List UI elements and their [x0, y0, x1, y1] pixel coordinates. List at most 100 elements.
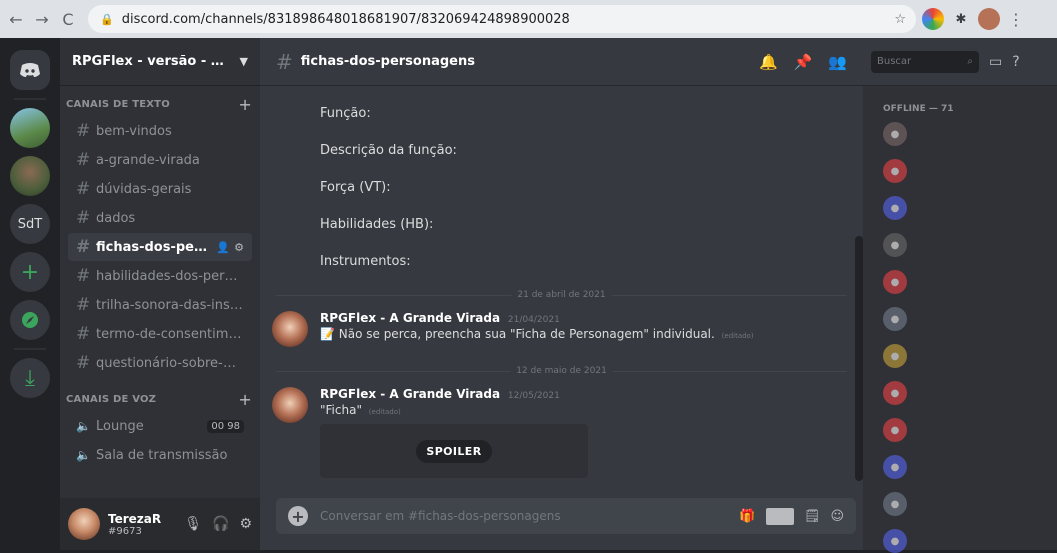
gif-button[interactable]: GIF [765, 507, 794, 525]
user-tag: #9673 [108, 525, 142, 537]
gear-icon[interactable]: ⚙ [239, 516, 252, 532]
message-composer[interactable]: + Conversar em #fichas-dos-personagens 🎁… [276, 498, 856, 534]
channel-termo[interactable]: # termo-de-consentimento... [68, 320, 252, 348]
message-list[interactable]: Função: Descrição da função: Força (VT):… [260, 86, 863, 486]
channel-label: termo-de-consentimento... [96, 326, 244, 342]
hash-icon: # [76, 295, 91, 315]
server-name: RPGFlex - versão - A Gra... [72, 54, 234, 69]
sticker-icon[interactable]: 🗒 [804, 509, 821, 524]
message-item[interactable]: RPGFlex - A Grande Virada 21/04/2021 📝 N… [272, 311, 832, 347]
channel-fichas-dos-personagens[interactable]: # fichas-dos-persona... 👤 ⚙ [68, 233, 252, 261]
invite-icon[interactable]: 👤 [216, 241, 230, 254]
user-avatar[interactable] [68, 508, 100, 540]
search-row: Buscar ⌕ ▭ ? [863, 38, 1057, 86]
bell-icon[interactable]: 🔔 [759, 53, 778, 71]
member-avatar[interactable]: ● [883, 233, 907, 257]
category-voice-channels[interactable]: CANAIS DE VOZ + [60, 387, 260, 411]
emoji-icon[interactable]: ☺ [830, 509, 844, 524]
member-avatar[interactable]: ● [883, 344, 907, 368]
message-author[interactable]: RPGFlex - A Grande Virada [320, 387, 500, 401]
message-text: "Ficha" [320, 403, 362, 417]
member-avatar[interactable]: ● [883, 455, 907, 479]
server-icon-rpgflex[interactable] [10, 156, 50, 196]
channel-dados[interactable]: # dados [68, 204, 252, 232]
browser-menu-icon[interactable]: ⋮ [1006, 10, 1026, 29]
add-attachment-icon[interactable]: + [288, 506, 308, 526]
channel-trilha-sonora[interactable]: # trilha-sonora-das-inspira... [68, 291, 252, 319]
message-author[interactable]: RPGFlex - A Grande Virada [320, 311, 500, 325]
help-icon[interactable]: ? [1012, 54, 1019, 70]
inbox-icon[interactable]: ▭ [989, 54, 1002, 70]
author-avatar[interactable] [272, 311, 308, 347]
hash-icon: # [76, 121, 91, 141]
category-text-channels[interactable]: CANAIS DE TEXTO + [60, 92, 260, 116]
explore-servers-icon[interactable] [10, 300, 50, 340]
profile-avatar[interactable] [978, 8, 1000, 30]
scrollbar-track[interactable] [855, 86, 863, 486]
message-text: 📝 Não se perca, preencha sua "Ficha de P… [320, 327, 715, 341]
channel-label: a-grande-virada [96, 152, 200, 168]
extensions-puzzle-icon[interactable]: ✱ [950, 8, 972, 30]
member-avatar[interactable]: ● [883, 492, 907, 516]
speaker-icon: 🔈 [76, 448, 91, 462]
pin-icon[interactable]: 📌 [794, 53, 813, 71]
back-icon[interactable]: ← [6, 10, 26, 29]
server-list: SdT + ⤓ [0, 38, 60, 550]
message-item[interactable]: RPGFlex - A Grande Virada 12/05/2021 "Fi… [272, 387, 832, 423]
member-avatar[interactable]: ● [883, 529, 907, 553]
channel-duvidas-gerais[interactable]: # dúvidas-gerais [68, 175, 252, 203]
member-avatar[interactable]: ● [883, 196, 907, 220]
form-field-line: Instrumentos: [320, 254, 411, 269]
add-channel-icon[interactable]: + [238, 390, 252, 409]
message-timestamp: 12/05/2021 [507, 391, 560, 401]
discord-home-icon[interactable] [10, 50, 50, 90]
member-avatar[interactable]: ● [883, 122, 907, 146]
extension-color-icon[interactable] [922, 8, 944, 30]
search-input[interactable]: Buscar ⌕ [871, 50, 979, 73]
gift-icon[interactable]: 🎁 [739, 509, 755, 524]
date-divider-label: 21 de abril de 2021 [511, 290, 612, 300]
url-text[interactable]: discord.com/channels/831898648018681907/… [122, 12, 895, 27]
channel-questionario[interactable]: # questionário-sobre-o-jogo [68, 349, 252, 377]
bookmark-star-icon[interactable]: ☆ [894, 12, 906, 27]
spoiler-attachment[interactable]: SPOILER [320, 424, 588, 478]
user-info[interactable]: TerezaR #9673 [108, 512, 174, 537]
mute-microphone-icon[interactable]: 🎙 [184, 516, 202, 532]
channel-a-grande-virada[interactable]: # a-grande-virada [68, 146, 252, 174]
date-divider: 21 de abril de 2021 [276, 290, 847, 300]
address-bar[interactable]: 🔒 discord.com/channels/83189864801868190… [88, 5, 916, 33]
gear-icon[interactable]: ⚙ [234, 241, 244, 254]
member-avatar[interactable]: ● [883, 418, 907, 442]
server-icon-sdt[interactable]: SdT [10, 204, 50, 244]
member-avatar[interactable]: ● [883, 270, 907, 294]
edited-label: (editado) [721, 332, 754, 340]
channel-label: questionário-sobre-o-jogo [96, 355, 244, 371]
channel-habilidades[interactable]: # habilidades-dos-persona... [68, 262, 252, 290]
server-header[interactable]: RPGFlex - versão - A Gra... ▼ [60, 38, 260, 86]
member-avatar[interactable]: ● [883, 381, 907, 405]
channel-bem-vindos[interactable]: # bem-vindos [68, 117, 252, 145]
add-channel-icon[interactable]: + [238, 95, 252, 114]
chat-area: # fichas-dos-personagens 🔔 📌 👥 Função: D… [260, 38, 863, 550]
member-list-icon[interactable]: 👥 [828, 53, 847, 71]
channel-title: fichas-dos-personagens [300, 54, 475, 69]
member-avatar[interactable]: ● [883, 159, 907, 183]
channel-label: Lounge [96, 418, 144, 434]
hash-icon: # [276, 49, 293, 74]
member-category: OFFLINE — 71 [883, 104, 954, 114]
scrollbar-thumb[interactable] [855, 236, 863, 481]
composer-placeholder[interactable]: Conversar em #fichas-dos-personagens [320, 509, 729, 523]
reload-icon[interactable]: C [58, 10, 78, 29]
voice-channel-sala[interactable]: 🔈 Sala de transmissão [68, 441, 252, 469]
hash-icon: # [76, 208, 91, 228]
message-timestamp: 21/04/2021 [507, 315, 560, 325]
form-field-line: Função: [320, 106, 371, 121]
server-icon-landscape[interactable] [10, 108, 50, 148]
voice-channel-lounge[interactable]: 🔈 Lounge 00 98 [68, 412, 252, 440]
headphones-icon[interactable]: 🎧 [212, 516, 229, 532]
add-server-icon[interactable]: + [10, 252, 50, 292]
download-apps-icon[interactable]: ⤓ [10, 358, 50, 398]
author-avatar[interactable] [272, 387, 308, 423]
member-avatar[interactable]: ● [883, 307, 907, 331]
forward-icon[interactable]: → [32, 10, 52, 29]
